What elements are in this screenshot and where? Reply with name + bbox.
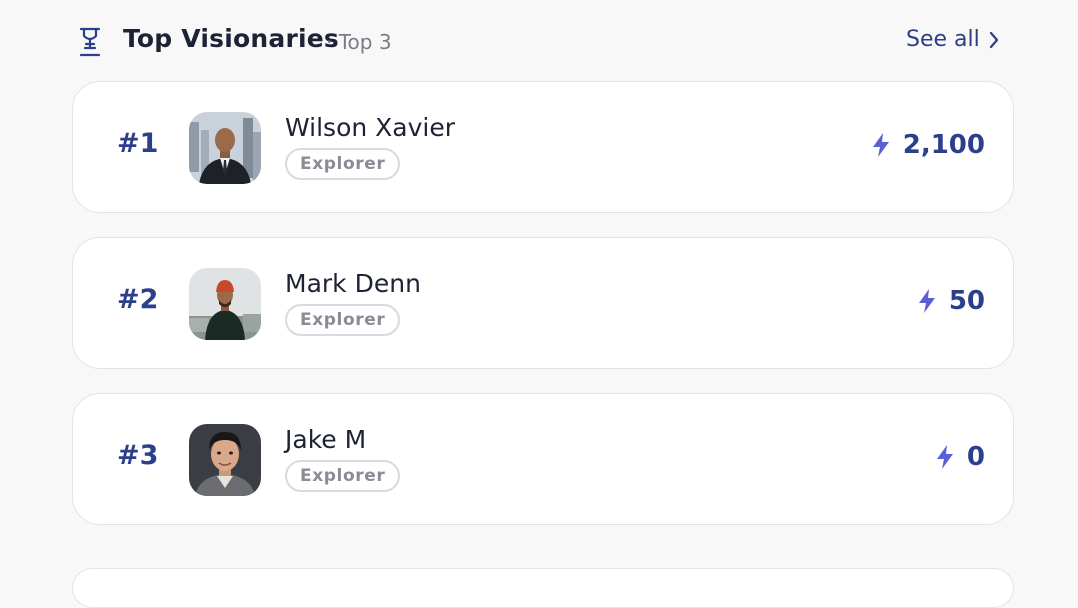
leaderboard-row[interactable]: #3 Jake M Explorer 0 [72, 393, 1014, 525]
score-value: 0 [966, 442, 985, 472]
user-name[interactable]: Wilson Xavier [285, 113, 455, 142]
avatar[interactable] [189, 268, 261, 340]
role-badge: Explorer [285, 460, 401, 492]
user-name[interactable]: Mark Denn [285, 269, 421, 298]
see-all-link[interactable]: See all [906, 27, 1000, 52]
avatar[interactable] [189, 112, 261, 184]
score-value: 2,100 [902, 130, 985, 160]
rank-label: #3 [117, 440, 159, 471]
trophy-icon [79, 27, 101, 57]
rank-label: #1 [117, 128, 159, 159]
score: 50 [917, 286, 985, 316]
leaderboard-row[interactable]: #2 Mark Denn Explorer 50 [72, 237, 1014, 369]
bolt-icon [936, 445, 953, 469]
role-badge: Explorer [285, 148, 401, 180]
rank-label: #2 [117, 284, 159, 315]
section-subtitle: · Top 3 [326, 30, 392, 54]
leaderboard-row-partial [72, 568, 1014, 608]
see-all-label: See all [906, 27, 980, 52]
section-title: Top Visionaries [123, 24, 340, 53]
score-value: 50 [948, 286, 985, 316]
bolt-icon [872, 133, 889, 157]
user-name[interactable]: Jake M [285, 425, 366, 454]
avatar[interactable] [189, 424, 261, 496]
leaderboard-row[interactable]: #1 Wilson Xavier Explorer 2,100 [72, 81, 1014, 213]
score: 2,100 [871, 130, 985, 160]
leaderboard-header: Top Visionaries · Top 3 See all [0, 0, 1078, 82]
bolt-icon [918, 289, 935, 313]
role-badge: Explorer [285, 304, 401, 336]
score: 0 [935, 442, 985, 472]
chevron-right-icon [989, 31, 998, 48]
